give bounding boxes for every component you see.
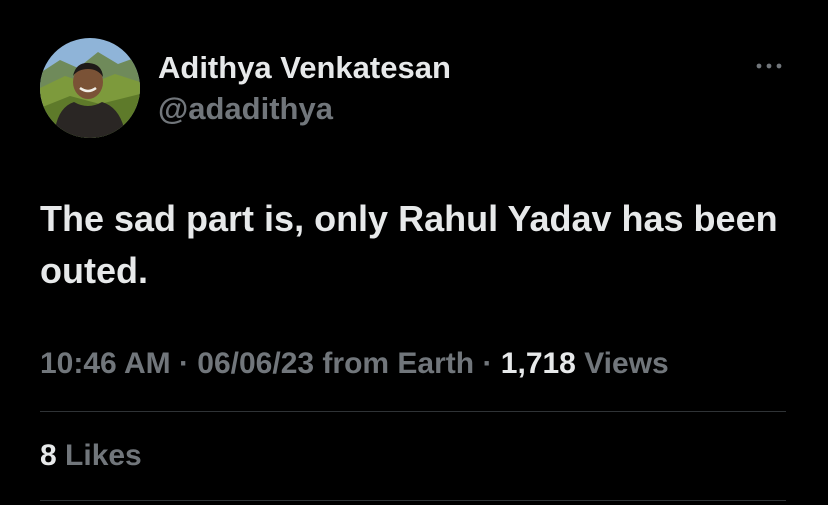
meta-separator: · bbox=[178, 347, 189, 380]
divider bbox=[40, 411, 786, 412]
meta-separator: · bbox=[482, 347, 493, 380]
tweet-source: from Earth bbox=[322, 347, 475, 380]
tweet-date[interactable]: 06/06/23 bbox=[197, 347, 314, 380]
views-label: Views bbox=[584, 347, 669, 380]
more-horizontal-icon bbox=[756, 63, 782, 69]
views-count: 1,718 bbox=[500, 347, 576, 380]
tweet-text: The sad part is, only Rahul Yadav has be… bbox=[40, 198, 778, 291]
avatar[interactable] bbox=[40, 38, 140, 138]
author-name[interactable]: Adithya Venkatesan bbox=[158, 48, 451, 88]
divider bbox=[40, 500, 786, 501]
likes-link[interactable]: 8 Likes bbox=[40, 435, 142, 477]
tweet-time[interactable]: 10:46 AM bbox=[40, 347, 171, 380]
avatar-photo bbox=[40, 38, 140, 138]
likes-count: 8 bbox=[40, 439, 57, 472]
author-handle[interactable]: @adadithya bbox=[158, 89, 333, 129]
likes-label: Likes bbox=[65, 439, 142, 472]
tweet-meta: 10:46 AM · 06/06/23 from Earth · 1,718 V… bbox=[40, 343, 669, 385]
more-options-button[interactable] bbox=[752, 54, 786, 78]
